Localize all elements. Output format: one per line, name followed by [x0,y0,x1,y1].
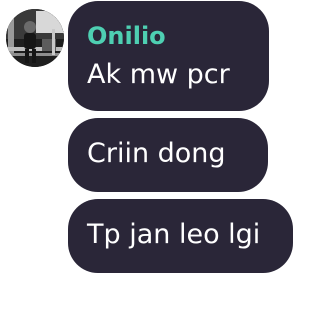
message-bubble[interactable]: Onilio Ak mw pcr [68,1,269,111]
sender-name: Onilio [87,22,166,50]
message-text: Ak mw pcr [87,59,230,90]
avatar[interactable] [6,9,64,67]
avatar-photo-icon [6,9,64,67]
message-bubble[interactable]: Tp jan leo lgi [68,199,293,273]
message-bubble[interactable]: Criin dong [68,118,268,192]
message-text: Tp jan leo lgi [87,219,261,250]
message-text: Criin dong [87,138,226,169]
